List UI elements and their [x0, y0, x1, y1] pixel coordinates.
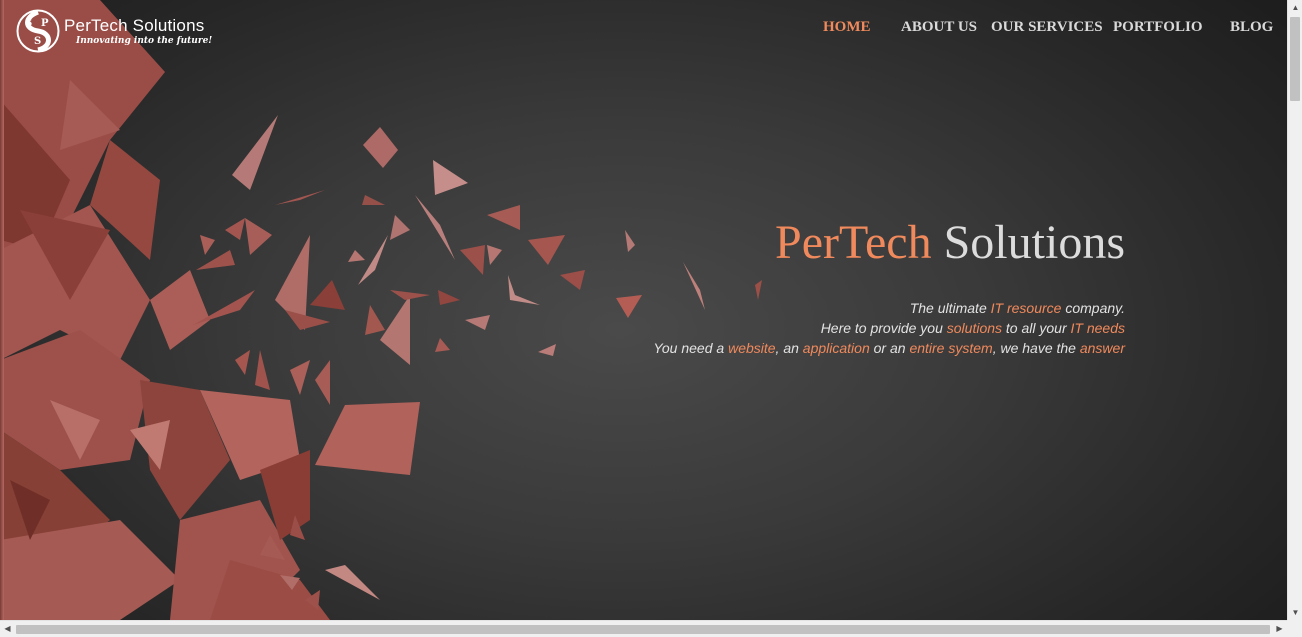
hero-line-2: Here to provide you solutions to all you…: [653, 318, 1125, 338]
hero-text: Here to provide you: [820, 320, 947, 336]
horizontal-scrollbar[interactable]: ◀ ▶: [0, 620, 1287, 637]
svg-text:P: P: [41, 18, 49, 29]
hero-highlight: answer: [1079, 340, 1125, 356]
vertical-scrollbar[interactable]: ▲ ▼: [1287, 0, 1302, 620]
hero-text: You need a: [653, 340, 729, 356]
triangle-down-icon[interactable]: ▼: [1288, 605, 1302, 620]
brand-name: PerTech Solutions: [64, 15, 205, 35]
hero-line-3: You need a website, an application or an…: [653, 338, 1125, 358]
scrollbar-corner: [1287, 620, 1302, 637]
brand-logo[interactable]: S P S PerTech Solutions Innovating into …: [16, 9, 212, 53]
hero-highlight: entire system: [909, 340, 993, 356]
hero-subtitle: The ultimate IT resource company. Here t…: [653, 298, 1125, 358]
nav-about-us[interactable]: ABOUT US: [901, 19, 977, 36]
hero-text: to all your: [1002, 320, 1071, 336]
hero-section: S P S PerTech Solutions Innovating into …: [0, 0, 1287, 620]
hero-text: , an: [775, 340, 803, 356]
brand-tagline: Innovating into the future!: [76, 35, 213, 46]
hero-highlight: IT needs: [1070, 320, 1125, 336]
hero-title-rest: Solutions: [931, 216, 1125, 269]
hero-text: The ultimate: [909, 300, 991, 316]
hero-title: PerTech Solutions: [653, 212, 1125, 274]
svg-text:S: S: [25, 18, 32, 29]
logo-mark-icon: S P S: [16, 9, 60, 53]
triangle-up-icon[interactable]: ▲: [1288, 0, 1302, 15]
nav-our-services[interactable]: OUR SERVICES: [991, 19, 1103, 36]
hero-text: or an: [869, 340, 910, 356]
hero-highlight: website: [728, 340, 776, 356]
hero-highlight: application: [802, 340, 870, 356]
triangle-left-icon[interactable]: ◀: [0, 621, 15, 637]
hero-highlight: IT resource: [990, 300, 1062, 316]
nav-home[interactable]: HOME: [823, 19, 871, 36]
left-edge-border: [0, 0, 4, 620]
nav-blog[interactable]: BLOG: [1230, 19, 1273, 36]
nav-portfolio[interactable]: PORTFOLIO: [1113, 19, 1202, 36]
svg-text:S: S: [34, 36, 41, 47]
hero-line-1: The ultimate IT resource company.: [653, 298, 1125, 318]
hero-text: , we have the: [992, 340, 1080, 356]
hero-title-accent: PerTech: [775, 216, 932, 269]
hero-text: company.: [1061, 300, 1125, 316]
horizontal-scroll-thumb[interactable]: [16, 625, 1270, 634]
hero-highlight: solutions: [946, 320, 1003, 336]
hero-content: PerTech Solutions The ultimate IT resour…: [653, 212, 1125, 358]
vertical-scroll-thumb[interactable]: [1290, 17, 1300, 101]
triangle-right-icon[interactable]: ▶: [1272, 621, 1287, 637]
logo-text: PerTech Solutions Innovating into the fu…: [64, 17, 212, 46]
